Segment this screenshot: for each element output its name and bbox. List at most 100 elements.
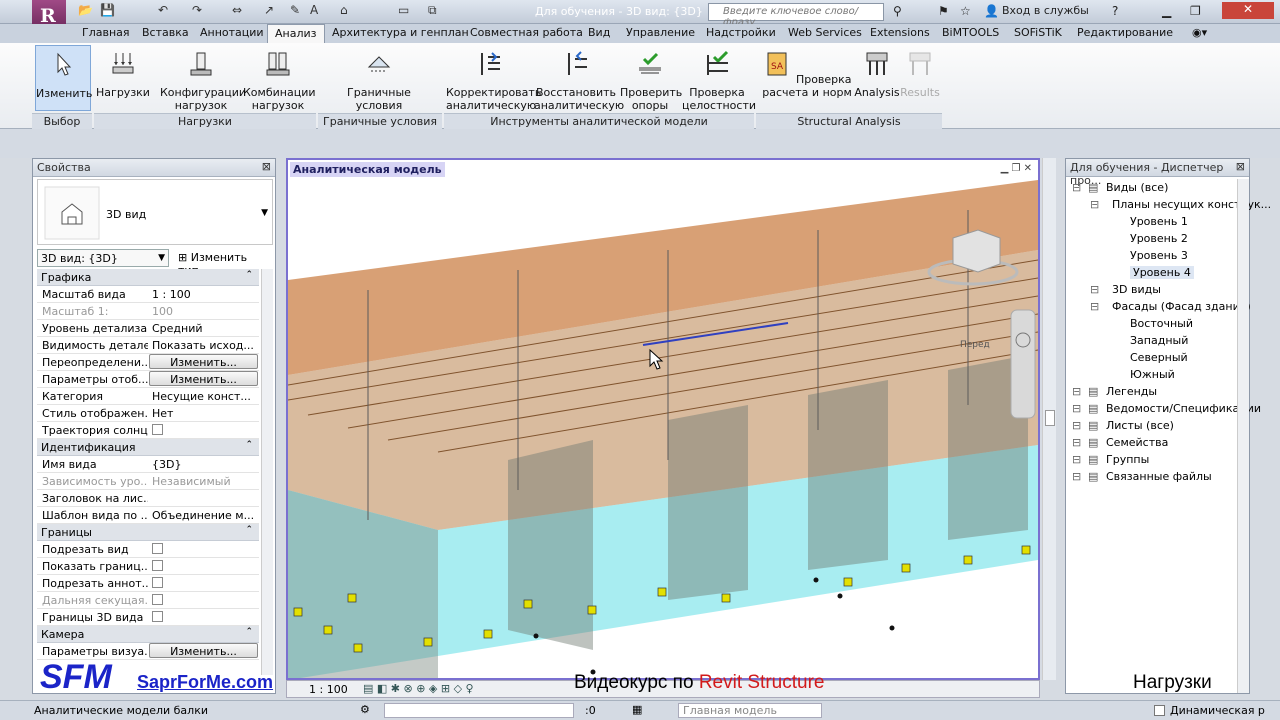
property-checkbox[interactable] [152, 424, 163, 435]
property-row[interactable]: Дальняя секущая... [37, 592, 259, 609]
close-windows-icon[interactable]: ⧉ [428, 3, 437, 18]
edit-type-button[interactable]: ⊞ Изменить тип [175, 249, 271, 277]
browser-scrollbar[interactable] [1237, 179, 1249, 693]
modify-button[interactable]: Изменить [35, 45, 92, 111]
tab-extensions[interactable]: Extensions [870, 26, 930, 39]
tab-architecture[interactable]: Архитектура и генплан [332, 26, 469, 39]
tree-expander-icon[interactable]: ⊟ [1090, 198, 1099, 211]
property-checkbox[interactable] [152, 543, 163, 554]
tree-expander-icon[interactable]: ⊟ [1090, 300, 1099, 313]
property-row[interactable]: Стиль отображен... Нет [37, 405, 259, 422]
property-row[interactable]: Имя вида {3D} [37, 456, 259, 473]
consistency-check-button[interactable]: Проверка целостности [682, 49, 756, 112]
property-row[interactable]: Шаблон вида по ... Объединение м... [37, 507, 259, 524]
favorites-icon[interactable]: ☆ [960, 4, 971, 18]
group-identity[interactable]: Идентификация ⌃ [37, 439, 259, 456]
browser-item[interactable]: Листы (все) [1106, 419, 1174, 432]
binoculars-icon[interactable]: ⚲ [893, 4, 902, 18]
property-row[interactable]: Показать границ... [37, 558, 259, 575]
reset-analytical-button[interactable]: Восстановить аналитическую [534, 49, 624, 112]
property-checkbox[interactable] [152, 560, 163, 571]
browser-item[interactable]: Виды (все) [1106, 181, 1168, 194]
tab-view[interactable]: Вид [588, 26, 610, 39]
panel-boundary[interactable]: Граничные условия [318, 113, 442, 129]
tab-addins[interactable]: Надстройки [706, 26, 776, 39]
browser-item[interactable]: Семейства [1106, 436, 1168, 449]
tree-expander-icon[interactable]: ⊟ [1072, 419, 1081, 432]
tab-insert[interactable]: Вставка [142, 26, 189, 39]
view-instance-selector[interactable]: 3D вид: {3D} ▼ [37, 249, 169, 267]
property-checkbox[interactable] [152, 611, 163, 622]
property-value[interactable]: Показать исход... [152, 339, 258, 352]
maximize-icon[interactable]: ❐ [1190, 4, 1201, 18]
analysis-button[interactable]: Analysis [852, 49, 902, 99]
redo-icon[interactable]: ↷ [192, 3, 202, 17]
browser-item[interactable]: Группы [1106, 453, 1149, 466]
property-row[interactable]: Зависимость уро... Независимый [37, 473, 259, 490]
dimension-icon[interactable]: ↗ [264, 3, 274, 17]
property-row[interactable]: Параметры отоб... Изменить... [37, 371, 259, 388]
property-value[interactable]: Средний [152, 322, 258, 335]
view-scale[interactable]: 1 : 100 [309, 683, 348, 696]
tree-expander-icon[interactable]: ⊟ [1072, 470, 1081, 483]
property-value[interactable]: Нет [152, 407, 258, 420]
browser-item[interactable]: Фасады (Фасад здания) [1112, 300, 1251, 313]
search-input[interactable]: Введите ключевое слово/фразу [708, 3, 884, 28]
property-value[interactable]: 1 : 100 [152, 288, 258, 301]
tab-home[interactable]: Главная [82, 26, 130, 39]
close-browser-icon[interactable]: ⊠ [1236, 160, 1245, 173]
property-row[interactable]: Подрезать аннот... [37, 575, 259, 592]
tree-expander-icon[interactable]: ⊟ [1072, 402, 1081, 415]
property-row[interactable]: Переопределени... Изменить... [37, 354, 259, 371]
close-palette-icon[interactable]: ⊠ [262, 160, 271, 173]
edit-property-button[interactable]: Изменить... [149, 371, 258, 386]
property-value[interactable]: Объединение м... [152, 509, 258, 522]
minimize-icon[interactable]: ▁ [1162, 4, 1171, 18]
user-icon[interactable]: 👤 [984, 4, 999, 18]
load-combos-button[interactable]: Комбинации нагрузок [243, 49, 316, 112]
scroll-thumb[interactable] [1045, 410, 1055, 426]
property-row[interactable]: Масштаб 1: 100 [37, 303, 259, 320]
property-row[interactable]: Видимость деталей Показать исход... [37, 337, 259, 354]
results-button[interactable]: Results [900, 49, 940, 99]
edit-property-button[interactable]: Изменить... [149, 643, 258, 658]
signin-link[interactable]: Вход в службы [1002, 4, 1089, 17]
browser-item[interactable]: Легенды [1106, 385, 1157, 398]
text-icon[interactable]: A [310, 3, 318, 17]
panel-analytical-tools[interactable]: Инструменты аналитической модели [444, 113, 754, 129]
browser-item[interactable]: Северный [1130, 351, 1188, 364]
tab-modify[interactable]: Редактирование [1077, 26, 1173, 39]
check-supports-button[interactable]: Проверить опоры [620, 49, 682, 112]
edit-property-button[interactable]: Изменить... [149, 354, 258, 369]
browser-item[interactable]: Связанные файлы [1106, 470, 1212, 483]
property-row[interactable]: Траектория солнца [37, 422, 259, 439]
tab-manage[interactable]: Управление [626, 26, 695, 39]
browser-item[interactable]: Уровень 2 [1130, 232, 1188, 245]
dynamic-checkbox[interactable] [1154, 705, 1165, 716]
tab-analyze[interactable]: Анализ [267, 24, 325, 43]
boundary-conditions-button[interactable]: Граничные условия [344, 49, 414, 112]
tree-expander-icon[interactable]: ⊟ [1072, 436, 1081, 449]
browser-item[interactable]: Восточный [1130, 317, 1193, 330]
property-checkbox[interactable] [152, 577, 163, 588]
viewport[interactable]: Аналитическая модель Перед ▁ ❐ ✕ [286, 158, 1040, 680]
tab-web-services[interactable]: Web Services [788, 26, 862, 39]
workset-selector[interactable] [384, 703, 574, 718]
property-value[interactable]: 100 [152, 305, 258, 318]
property-row[interactable]: Уровень детализа... Средний [37, 320, 259, 337]
tree-expander-icon[interactable]: ⊟ [1072, 385, 1081, 398]
property-row[interactable]: Границы 3D вида [37, 609, 259, 626]
tree-expander-icon[interactable]: ⊟ [1072, 453, 1081, 466]
loads-button[interactable]: Нагрузки [96, 49, 150, 99]
viewport-window-controls[interactable]: ▁ ❐ ✕ [1001, 163, 1032, 174]
tab-annotate[interactable]: Аннотации [200, 26, 264, 39]
section-icon[interactable]: ▭ [398, 3, 409, 17]
property-row[interactable]: Масштаб вида 1 : 100 [37, 286, 259, 303]
tree-expander-icon[interactable]: ⊟ [1072, 181, 1081, 194]
worksets-icon[interactable]: ⚙ [360, 703, 370, 716]
property-row[interactable]: Заголовок на лис... [37, 490, 259, 507]
tag-icon[interactable]: ✎ [290, 3, 300, 17]
model-icon[interactable]: ▦ [632, 703, 642, 716]
browser-item[interactable]: Уровень 1 [1130, 215, 1188, 228]
save-icon[interactable]: 💾 [100, 3, 115, 17]
